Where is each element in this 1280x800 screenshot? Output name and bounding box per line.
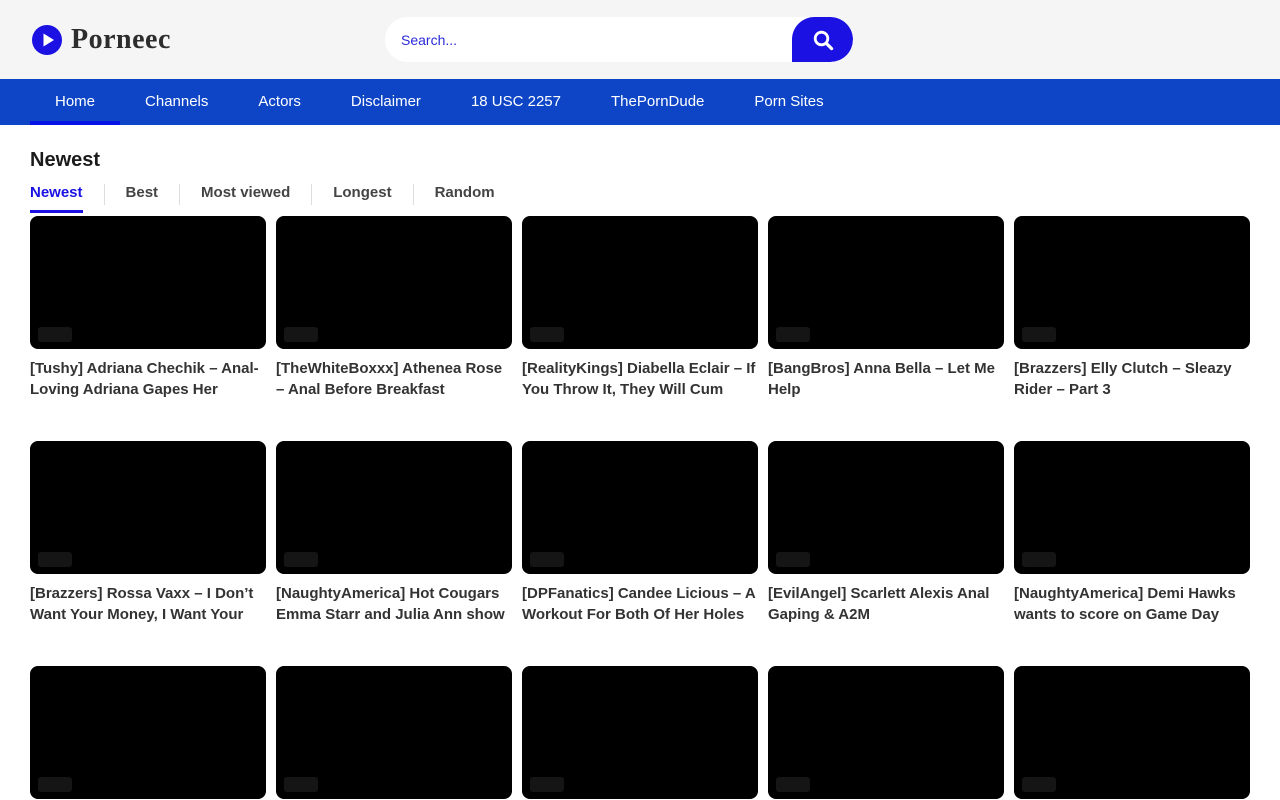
video-grid: [Tushy] Adriana Chechik – Anal-Loving Ad… <box>30 216 1250 799</box>
video-title[interactable]: [Brazzers] Rossa Vaxx – I Don’t Want You… <box>30 583 266 625</box>
video-card <box>522 666 758 799</box>
search-button[interactable] <box>792 17 853 62</box>
video-card: [EvilAngel] Scarlett Alexis Anal Gaping … <box>768 441 1004 625</box>
video-thumbnail[interactable] <box>768 216 1004 349</box>
duration-badge <box>776 327 810 342</box>
nav-item-label: ThePornDude <box>611 93 704 110</box>
nav-item-label: Disclaimer <box>351 93 421 110</box>
duration-badge <box>530 327 564 342</box>
video-card: [NaughtyAmerica] Hot Cougars Emma Starr … <box>276 441 512 625</box>
duration-badge <box>38 777 72 792</box>
nav-item-label: Home <box>55 93 95 110</box>
nav-item-actors[interactable]: Actors <box>233 79 326 125</box>
video-card: [Brazzers] Elly Clutch – Sleazy Rider – … <box>1014 216 1250 400</box>
sort-tabs: Newest Best Most viewed Longest Random <box>30 184 1250 213</box>
duration-badge <box>776 777 810 792</box>
tab-most-viewed[interactable]: Most viewed <box>180 184 311 213</box>
video-card: [TheWhiteBoxxx] Athenea Rose – Anal Befo… <box>276 216 512 400</box>
video-card: [NaughtyAmerica] Demi Hawks wants to sco… <box>1014 441 1250 625</box>
nav-item-theporndude[interactable]: ThePornDude <box>586 79 729 125</box>
video-card: [Tushy] Adriana Chechik – Anal-Loving Ad… <box>30 216 266 400</box>
video-title[interactable]: [DPFanatics] Candee Licious – A Workout … <box>522 583 758 625</box>
tab-best[interactable]: Best <box>105 184 180 213</box>
video-thumbnail[interactable] <box>30 441 266 574</box>
tab-label: Random <box>435 184 495 213</box>
video-card <box>30 666 266 799</box>
duration-badge <box>776 552 810 567</box>
video-thumbnail[interactable] <box>768 666 1004 799</box>
video-card: [Brazzers] Rossa Vaxx – I Don’t Want You… <box>30 441 266 625</box>
video-thumbnail[interactable] <box>1014 441 1250 574</box>
nav-item-label: Channels <box>145 93 208 110</box>
video-title[interactable]: [NaughtyAmerica] Demi Hawks wants to sco… <box>1014 583 1250 625</box>
video-thumbnail[interactable] <box>768 441 1004 574</box>
video-card: [BangBros] Anna Bella – Let Me Help <box>768 216 1004 400</box>
search-input[interactable] <box>385 17 792 62</box>
tab-label: Newest <box>30 184 83 213</box>
video-title[interactable]: [EvilAngel] Scarlett Alexis Anal Gaping … <box>768 583 1004 625</box>
video-card <box>276 666 512 799</box>
search-icon <box>811 28 835 52</box>
video-thumbnail[interactable] <box>30 216 266 349</box>
play-circle-icon <box>32 25 62 55</box>
tab-label: Longest <box>333 184 391 213</box>
nav-item-18-usc-2257[interactable]: 18 USC 2257 <box>446 79 586 125</box>
duration-badge <box>38 327 72 342</box>
video-thumbnail[interactable] <box>522 666 758 799</box>
video-thumbnail[interactable] <box>276 441 512 574</box>
nav-item-home[interactable]: Home <box>30 79 120 125</box>
search-bar <box>385 17 853 62</box>
nav-item-label: Porn Sites <box>754 93 823 110</box>
duration-badge <box>38 552 72 567</box>
tab-newest[interactable]: Newest <box>30 184 104 213</box>
page-title: Newest <box>30 149 1250 172</box>
nav-item-label: 18 USC 2257 <box>471 93 561 110</box>
duration-badge <box>1022 327 1056 342</box>
video-card <box>1014 666 1250 799</box>
video-title[interactable]: [RealityKings] Diabella Eclair – If You … <box>522 358 758 400</box>
video-title[interactable]: [NaughtyAmerica] Hot Cougars Emma Starr … <box>276 583 512 625</box>
duration-badge <box>530 552 564 567</box>
main-content: Newest Newest Best Most viewed Longest R… <box>0 125 1280 799</box>
logo-text: Porneec <box>71 24 171 56</box>
video-card: [RealityKings] Diabella Eclair – If You … <box>522 216 758 400</box>
duration-badge <box>284 327 318 342</box>
duration-badge <box>1022 552 1056 567</box>
duration-badge <box>284 777 318 792</box>
video-thumbnail[interactable] <box>276 216 512 349</box>
logo[interactable]: Porneec <box>32 0 171 79</box>
duration-badge <box>530 777 564 792</box>
site-header: Porneec <box>0 0 1280 79</box>
tab-label: Most viewed <box>201 184 290 213</box>
nav-item-porn-sites[interactable]: Porn Sites <box>729 79 848 125</box>
tab-label: Best <box>126 184 159 213</box>
duration-badge <box>1022 777 1056 792</box>
video-thumbnail[interactable] <box>522 441 758 574</box>
duration-badge <box>284 552 318 567</box>
video-thumbnail[interactable] <box>1014 666 1250 799</box>
nav-item-label: Actors <box>258 93 301 110</box>
video-title[interactable]: [BangBros] Anna Bella – Let Me Help <box>768 358 1004 400</box>
video-thumbnail[interactable] <box>30 666 266 799</box>
video-card: [DPFanatics] Candee Licious – A Workout … <box>522 441 758 625</box>
video-card <box>768 666 1004 799</box>
video-title[interactable]: [Brazzers] Elly Clutch – Sleazy Rider – … <box>1014 358 1250 400</box>
active-nav-indicator <box>30 121 120 125</box>
video-title[interactable]: [TheWhiteBoxxx] Athenea Rose – Anal Befo… <box>276 358 512 400</box>
tab-longest[interactable]: Longest <box>312 184 412 213</box>
nav-item-disclaimer[interactable]: Disclaimer <box>326 79 446 125</box>
nav-item-channels[interactable]: Channels <box>120 79 233 125</box>
tab-random[interactable]: Random <box>414 184 516 213</box>
video-thumbnail[interactable] <box>276 666 512 799</box>
video-title[interactable]: [Tushy] Adriana Chechik – Anal-Loving Ad… <box>30 358 266 400</box>
main-nav: Home Channels Actors Disclaimer 18 USC 2… <box>0 79 1280 125</box>
video-thumbnail[interactable] <box>1014 216 1250 349</box>
video-thumbnail[interactable] <box>522 216 758 349</box>
